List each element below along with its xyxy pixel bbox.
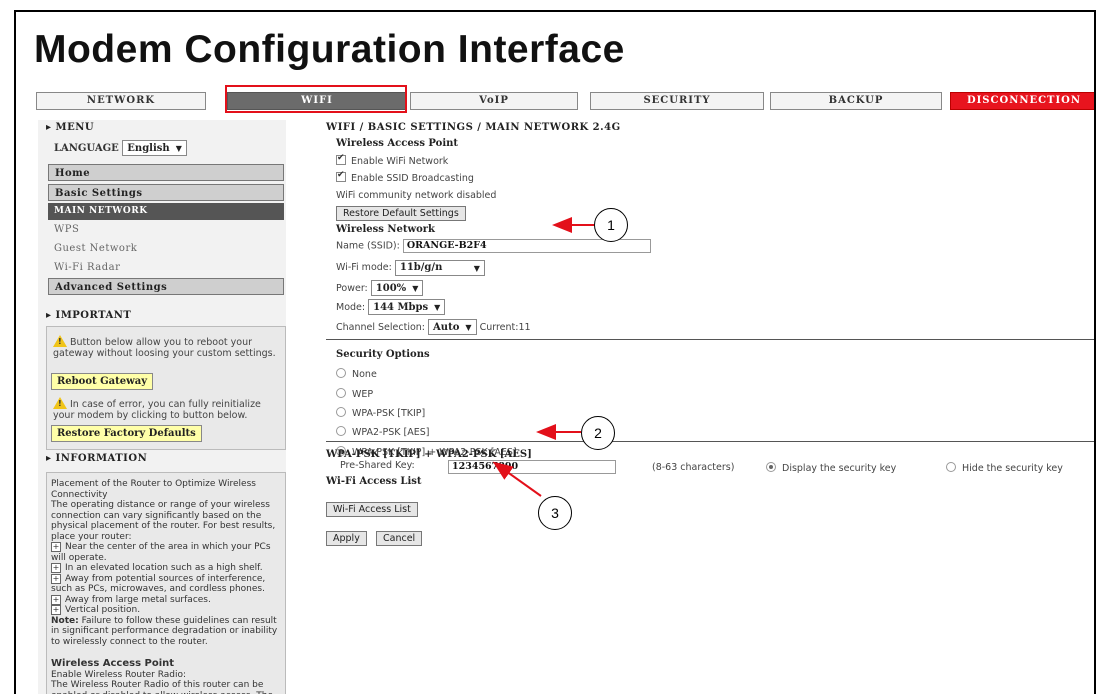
- menu-basic-settings[interactable]: Basic Settings: [48, 184, 284, 201]
- psk-hint: (8-63 characters): [652, 462, 735, 473]
- divider: [326, 339, 1094, 340]
- info-text: The operating distance or range of your …: [51, 500, 276, 542]
- warning-icon: [53, 397, 67, 409]
- restore-factory-defaults-button[interactable]: Restore Factory Defaults: [51, 425, 202, 442]
- apply-button[interactable]: Apply: [326, 531, 367, 546]
- wap-info-sub: Enable Wireless Router Radio:: [51, 669, 187, 680]
- sidebar: ▸ MENU LANGUAGE English ▼ Home Basic Sett…: [38, 120, 286, 694]
- channel-row: Channel Selection: Auto ▼ Current:11: [336, 319, 531, 335]
- language-label: LANGUAGE: [54, 143, 119, 154]
- display-key-option[interactable]: Display the security key: [766, 462, 896, 474]
- page-title: Modem Configuration Interface: [34, 28, 625, 71]
- plus-icon: +: [51, 542, 61, 552]
- menu-wifi-radar[interactable]: Wi-Fi Radar: [54, 262, 120, 273]
- tab-network[interactable]: NETWORK: [36, 92, 206, 110]
- divider: [326, 441, 1094, 442]
- channel-select[interactable]: Auto ▼: [428, 319, 477, 335]
- information-heading: ▸ INFORMATION: [46, 453, 148, 464]
- info-bullet: + Near the center of the area in which yo…: [51, 542, 271, 563]
- warning-icon: [53, 335, 67, 347]
- radio-button[interactable]: [336, 368, 346, 378]
- info-bullet: + Away from potential sources of interfer…: [51, 573, 266, 594]
- tab-wifi[interactable]: WIFI: [227, 92, 407, 110]
- wap-info-heading: Wireless Access Point: [51, 658, 175, 669]
- plus-icon: +: [51, 563, 61, 573]
- info-bullet: + Away from large metal surfaces.: [51, 594, 211, 605]
- important-panel: Button below allow you to reboot your ga…: [46, 326, 286, 450]
- tab-security[interactable]: SECURITY: [590, 92, 764, 110]
- wireless-network-heading: Wireless Network: [336, 224, 435, 235]
- enable-wifi-row: Enable WiFi Network: [336, 153, 448, 167]
- main-content: WIFI / BASIC SETTINGS / MAIN NETWORK 2.4…: [316, 120, 1094, 694]
- security-option[interactable]: WPA2-PSK [AES]: [336, 426, 429, 438]
- important-heading: ▸ IMPORTANT: [46, 310, 132, 321]
- info-note: Note: Failure to follow these guidelines…: [51, 615, 278, 647]
- cancel-button[interactable]: Cancel: [376, 531, 423, 546]
- breadcrumb: WIFI / BASIC SETTINGS / MAIN NETWORK 2.4…: [326, 122, 621, 133]
- tab-disconnection[interactable]: DISCONNECTION: [950, 92, 1094, 110]
- security-option[interactable]: WEP: [336, 388, 373, 400]
- ssid-row: Name (SSID): ORANGE-B2F4: [336, 239, 651, 253]
- callout-1: 1: [594, 208, 628, 242]
- reboot-text: Button below allow you to reboot your ga…: [53, 335, 281, 359]
- radio-button[interactable]: [336, 407, 346, 417]
- plus-icon: +: [51, 605, 61, 615]
- current-channel: Current:11: [479, 322, 531, 333]
- reboot-gateway-button[interactable]: Reboot Gateway: [51, 373, 154, 390]
- info-bullet: + Vertical position.: [51, 605, 141, 615]
- callout-2: 2: [581, 416, 615, 450]
- radio-button[interactable]: [336, 426, 346, 436]
- language-select[interactable]: English ▼: [122, 140, 187, 156]
- top-tab-bar: NETWORK WIFI VoIP SECURITY BACKUP DISCON…: [36, 82, 1094, 114]
- mode-row: Mode: 144 Mbps ▼: [336, 299, 446, 315]
- wifi-mode-row: Wi-Fi mode: 11b/g/n ▼: [336, 260, 485, 276]
- information-panel: Placement of the Router to Optimize Wire…: [46, 472, 286, 694]
- wap-heading: Wireless Access Point: [336, 138, 459, 149]
- enable-ssid-checkbox[interactable]: [336, 170, 346, 182]
- hide-key-option[interactable]: Hide the security key: [946, 462, 1063, 474]
- psk-input[interactable]: 1234567890: [448, 460, 616, 474]
- radio-button-selected[interactable]: [766, 462, 776, 472]
- community-status: WiFi community network disabled: [336, 190, 497, 201]
- plus-icon: +: [51, 573, 61, 584]
- security-option[interactable]: None: [336, 368, 377, 380]
- enable-ssid-row: Enable SSID Broadcasting: [336, 170, 474, 184]
- access-list-heading: Wi-Fi Access List: [326, 476, 422, 487]
- restore-default-settings-button[interactable]: Restore Default Settings: [336, 206, 466, 221]
- menu-heading: ▸ MENU: [46, 122, 95, 133]
- enable-wifi-checkbox[interactable]: [336, 153, 346, 165]
- wifi-mode-select[interactable]: 11b/g/n ▼: [394, 260, 485, 276]
- menu-home[interactable]: Home: [48, 164, 284, 181]
- chevron-down-icon: ▼: [465, 322, 472, 332]
- wpa-heading: WPA-PSK [TKIP] + WPA2-PSK [AES]: [326, 449, 532, 460]
- chevron-down-icon: ▼: [412, 283, 419, 293]
- tab-backup[interactable]: BACKUP: [770, 92, 942, 110]
- reinit-text: In case of error, you can fully reinitia…: [53, 397, 281, 421]
- callout-3: 3: [538, 496, 572, 530]
- security-option[interactable]: WPA-PSK [TKIP]: [336, 407, 425, 419]
- security-options-heading: Security Options: [336, 349, 430, 360]
- chevron-down-icon: ▼: [434, 302, 441, 312]
- wifi-access-list-button[interactable]: Wi-Fi Access List: [326, 502, 418, 517]
- info-bullet: + In an elevated location such as a high …: [51, 563, 263, 573]
- language-row: LANGUAGE English ▼: [54, 140, 187, 156]
- radio-button[interactable]: [946, 462, 956, 472]
- plus-icon: +: [51, 594, 61, 605]
- menu-wps[interactable]: WPS: [54, 224, 79, 235]
- mode-select[interactable]: 144 Mbps ▼: [368, 299, 446, 315]
- power-row: Power: 100% ▼: [336, 280, 424, 296]
- chevron-down-icon: ▼: [175, 143, 182, 153]
- power-select[interactable]: 100% ▼: [370, 280, 424, 296]
- menu-advanced-settings[interactable]: Advanced Settings: [48, 278, 284, 295]
- chevron-down-icon: ▼: [473, 263, 480, 273]
- wap-info-text: The Wireless Router Radio of this router…: [51, 680, 273, 694]
- menu-guest-network[interactable]: Guest Network: [54, 243, 137, 254]
- psk-row: Pre-Shared Key:: [340, 460, 415, 471]
- radio-button[interactable]: [336, 388, 346, 398]
- info-title: Placement of the Router to Optimize Wire…: [51, 479, 256, 500]
- tab-voip[interactable]: VoIP: [410, 92, 578, 110]
- menu-main-network[interactable]: MAIN NETWORK: [48, 203, 284, 220]
- screenshot-frame: Modem Configuration Interface NETWORK WI…: [14, 10, 1096, 694]
